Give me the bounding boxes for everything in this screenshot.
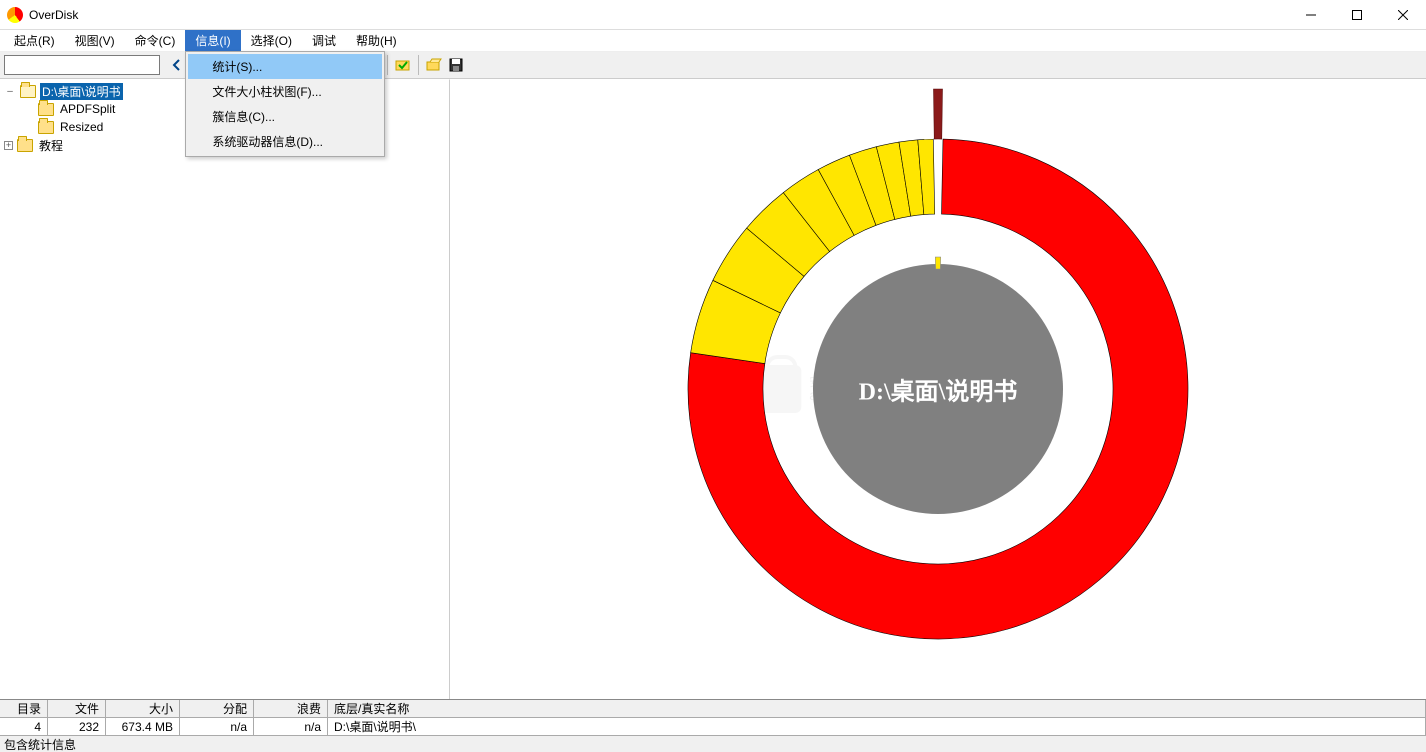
app-icon [7, 7, 23, 23]
tree-root-label: D:\桌面\说明书 [40, 83, 123, 100]
menu-select[interactable]: 选择(O) [241, 30, 302, 51]
menu-cmd[interactable]: 命令(C) [125, 30, 186, 51]
chart-center-label: D:\桌面\说明书 [859, 372, 1018, 407]
titlebar: OverDisk [0, 0, 1426, 30]
back-button[interactable] [167, 55, 187, 75]
stats-v-dir: 4 [0, 718, 48, 736]
stats-h-dir: 目录 [0, 700, 48, 718]
stats-h-file: 文件 [48, 700, 106, 718]
stats-v-file: 232 [48, 718, 106, 736]
menu-info-cluster[interactable]: 簇信息(C)... [188, 104, 382, 129]
menu-info-dropdown: 统计(S)... 文件大小柱状图(F)... 簇信息(C)... 系统驱动器信息… [185, 51, 385, 157]
window-controls [1288, 0, 1426, 29]
close-button[interactable] [1380, 0, 1426, 29]
stats-h-path: 底层/真实名称 [328, 700, 1426, 718]
tree-item-label: Resized [58, 120, 105, 134]
maximize-button[interactable] [1334, 0, 1380, 29]
stats-h-size: 大小 [106, 700, 180, 718]
folder-icon [38, 103, 54, 116]
menu-help[interactable]: 帮助(H) [346, 30, 407, 51]
stats-v-waste: n/a [254, 718, 328, 736]
stats-h-alloc: 分配 [180, 700, 254, 718]
stats-h-waste: 浪费 [254, 700, 328, 718]
menu-start[interactable]: 起点(R) [4, 30, 65, 51]
menu-view[interactable]: 视图(V) [65, 30, 125, 51]
menu-info[interactable]: 信息(I) 统计(S)... 文件大小柱状图(F)... 簇信息(C)... 系… [185, 30, 240, 51]
open-icon[interactable] [424, 55, 444, 75]
stats-v-alloc: n/a [180, 718, 254, 736]
folder-icon [17, 139, 33, 152]
tree-panel[interactable]: – D:\桌面\说明书 APDFSplit Resized + 教程 [0, 79, 450, 699]
stats-bar: 目录 文件 大小 分配 浪费 底层/真实名称 4 232 673.4 MB n/… [0, 699, 1426, 735]
client-area: – D:\桌面\说明书 APDFSplit Resized + 教程 安下载 a… [0, 79, 1426, 699]
toolbar-sep-4 [387, 55, 388, 75]
menu-info-histogram[interactable]: 文件大小柱状图(F)... [188, 79, 382, 104]
stats-v-path: D:\桌面\说明书\ [328, 718, 1426, 736]
folder-icon [38, 121, 54, 134]
menu-debug[interactable]: 调试 [302, 30, 346, 51]
window-title: OverDisk [29, 8, 1288, 22]
folder-check-icon[interactable] [393, 55, 413, 75]
chart-panel[interactable]: 安下载 anxz.com D:\桌面\说明书 [450, 79, 1426, 699]
menu-info-label: 信息(I) [195, 32, 230, 49]
menu-info-drives[interactable]: 系统驱动器信息(D)... [188, 129, 382, 154]
expand-icon[interactable]: – [4, 86, 16, 97]
address-input[interactable] [4, 55, 160, 75]
tree-item-label: 教程 [37, 137, 65, 154]
menu-info-stats[interactable]: 统计(S)... [188, 54, 382, 79]
folder-icon [20, 85, 36, 98]
stats-v-size: 673.4 MB [106, 718, 180, 736]
status-bar: 包含统计信息 [0, 735, 1426, 752]
status-text: 包含统计信息 [4, 736, 76, 752]
tree-item-label: APDFSplit [58, 102, 117, 116]
save-icon[interactable] [446, 55, 466, 75]
expand-icon[interactable]: + [4, 141, 13, 150]
toolbar-sep-5 [418, 55, 419, 75]
menubar: 起点(R) 视图(V) 命令(C) 信息(I) 统计(S)... 文件大小柱状图… [0, 30, 1426, 52]
minimize-button[interactable] [1288, 0, 1334, 29]
